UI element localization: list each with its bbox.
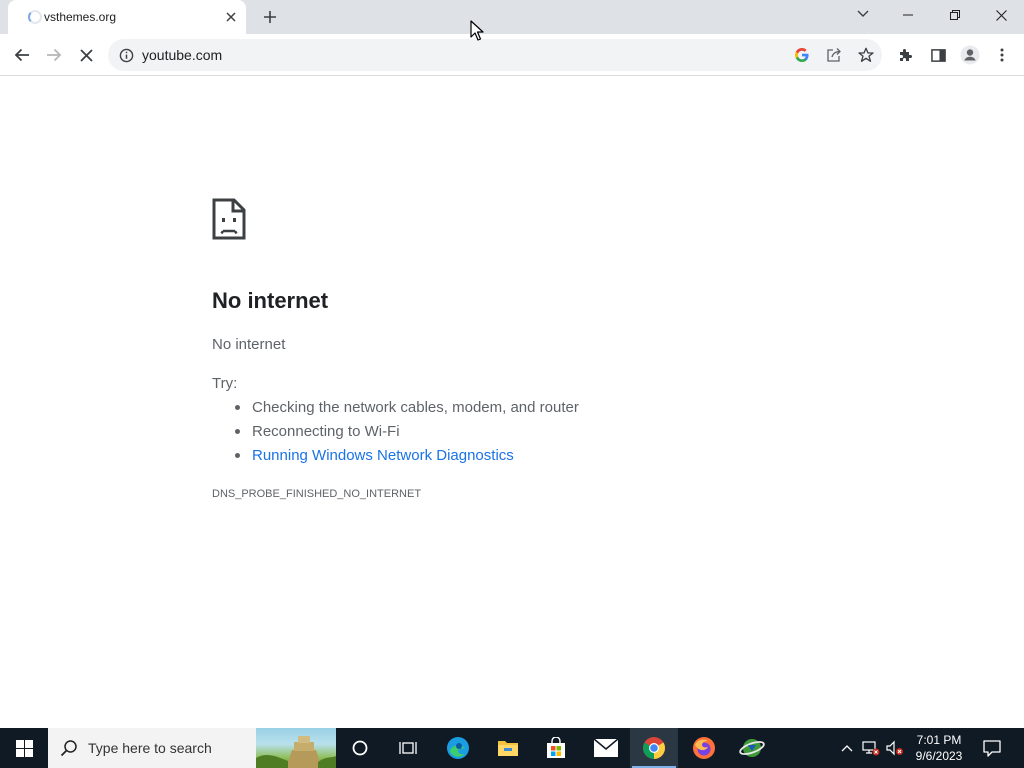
start-button[interactable] — [0, 728, 48, 768]
site-info-button[interactable] — [118, 47, 134, 63]
network-tray-button[interactable] — [862, 739, 880, 757]
search-highlight-illustration — [256, 728, 336, 768]
mouse-cursor-icon — [470, 20, 484, 41]
close-icon — [226, 12, 236, 22]
mail-taskbar-button[interactable] — [582, 728, 630, 768]
task-view-icon — [399, 742, 417, 754]
search-icon — [60, 740, 77, 757]
share-button[interactable] — [824, 45, 844, 65]
menu-button[interactable] — [988, 41, 1016, 69]
edge-taskbar-button[interactable] — [434, 728, 482, 768]
suggestion-item: Reconnecting to Wi-Fi — [212, 422, 579, 446]
cortana-button[interactable] — [336, 728, 384, 768]
network-disconnected-icon — [862, 741, 880, 756]
profile-button[interactable] — [956, 41, 984, 69]
arrow-left-icon — [14, 48, 29, 62]
search-placeholder: Type here to search — [88, 740, 212, 756]
tab-strip: vsthemes.org — [0, 0, 1024, 34]
url-text[interactable]: youtube.com — [142, 47, 222, 63]
windows-logo-icon — [15, 739, 33, 757]
taskbar-search-box[interactable]: Type here to search — [48, 728, 336, 768]
taskbar-clock[interactable]: 7:01 PM 9/6/2023 — [906, 732, 972, 764]
chevron-up-icon — [841, 745, 853, 752]
browser-toolbar: youtube.com — [0, 34, 1024, 76]
download-manager-taskbar-button[interactable] — [728, 728, 776, 768]
stop-loading-button[interactable] — [72, 41, 100, 69]
suggestions-heading: Try: — [212, 375, 238, 392]
puzzle-icon — [900, 49, 912, 61]
windows-taskbar: Type here to search 7:01 PM 9/6/2023 — [0, 728, 1024, 768]
sad-page-icon — [212, 198, 246, 240]
error-subtitle: No internet — [212, 336, 286, 353]
loading-spinner-icon — [28, 10, 42, 24]
error-title: No internet — [212, 288, 329, 313]
chrome-icon — [643, 737, 665, 759]
window-close-button[interactable] — [978, 0, 1024, 30]
side-panel-button[interactable] — [924, 41, 952, 69]
plus-icon — [264, 11, 276, 23]
minimize-button[interactable] — [885, 0, 931, 30]
volume-muted-icon — [886, 740, 903, 756]
action-center-button[interactable] — [974, 728, 1010, 768]
edge-icon — [447, 737, 469, 759]
ie-download-manager-icon — [739, 739, 765, 757]
show-hidden-icons-button[interactable] — [838, 739, 856, 757]
volume-tray-button[interactable] — [886, 739, 904, 757]
firefox-taskbar-button[interactable] — [680, 728, 728, 768]
store-taskbar-button[interactable] — [532, 728, 580, 768]
new-tab-button[interactable] — [258, 5, 282, 29]
chevron-down-icon — [857, 10, 869, 17]
cortana-icon — [352, 740, 368, 756]
tab-title: vsthemes.org — [44, 10, 117, 24]
task-view-button[interactable] — [384, 728, 432, 768]
clock-time: 7:01 PM — [916, 733, 962, 747]
back-button[interactable] — [8, 41, 36, 69]
tab-search-button[interactable] — [853, 4, 873, 24]
mail-icon — [594, 739, 618, 757]
browser-tab[interactable]: vsthemes.org — [8, 0, 246, 34]
network-diagnostics-link[interactable]: Running Windows Network Diagnostics — [212, 446, 579, 470]
side-panel-icon — [930, 48, 946, 62]
share-icon — [827, 48, 841, 62]
error-code: DNS_PROBE_FINISHED_NO_INTERNET — [212, 488, 422, 500]
google-lens-button[interactable] — [792, 45, 812, 65]
tab-close-button[interactable] — [222, 8, 240, 26]
address-bar[interactable]: youtube.com — [108, 39, 882, 71]
avatar-icon — [960, 45, 980, 65]
suggestions-list: Checking the network cables, modem, and … — [212, 398, 579, 470]
more-vertical-icon — [1000, 48, 1004, 62]
firefox-icon — [693, 737, 715, 759]
close-icon — [79, 48, 93, 62]
forward-button[interactable] — [40, 41, 68, 69]
chrome-taskbar-button[interactable] — [630, 728, 678, 768]
suggestion-item: Checking the network cables, modem, and … — [212, 398, 579, 422]
file-explorer-icon — [498, 741, 518, 756]
arrow-right-icon — [47, 48, 62, 62]
bookmark-button[interactable] — [856, 45, 876, 65]
minimize-icon — [903, 14, 913, 16]
google-icon — [795, 48, 809, 62]
file-explorer-taskbar-button[interactable] — [484, 728, 532, 768]
star-icon — [858, 47, 874, 62]
notification-icon — [983, 739, 1001, 757]
restore-icon — [950, 10, 960, 20]
close-icon — [995, 9, 1007, 21]
extensions-button[interactable] — [892, 41, 920, 69]
microsoft-store-icon — [547, 737, 565, 758]
clock-date: 9/6/2023 — [915, 749, 963, 763]
info-icon — [119, 48, 133, 62]
restore-button[interactable] — [932, 0, 978, 30]
